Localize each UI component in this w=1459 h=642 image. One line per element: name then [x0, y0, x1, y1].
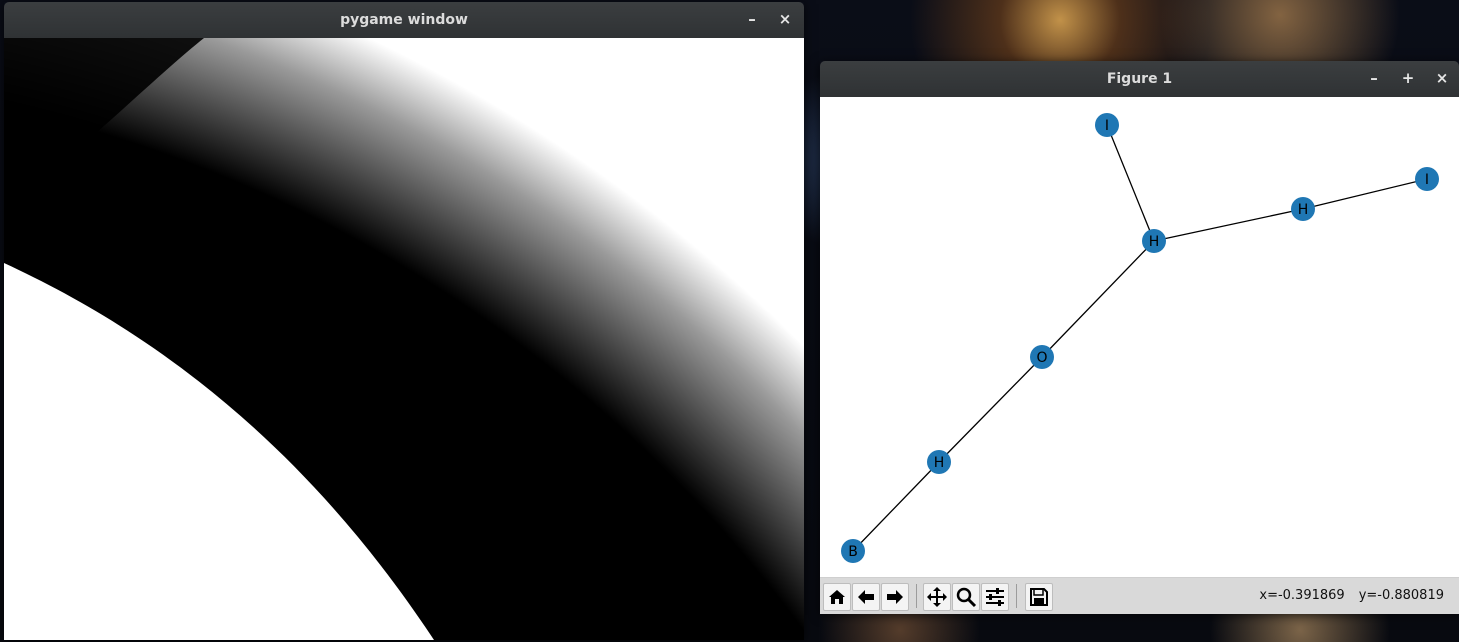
figure-titlebar[interactable]: Figure 1 – + × — [820, 61, 1459, 97]
zoom-button[interactable] — [952, 583, 980, 611]
figure-minimize-button[interactable]: – — [1363, 67, 1385, 89]
configure-subplots-button[interactable] — [981, 583, 1009, 611]
configure-subplots-icon — [986, 588, 1004, 606]
graph-node-label: H — [1149, 234, 1160, 250]
cursor-coordinates: x=-0.391869 y=-0.880819 — [1245, 588, 1444, 603]
home-button[interactable] — [823, 583, 851, 611]
graph-node-label: H — [1298, 202, 1309, 218]
graph-edge — [1041, 240, 1155, 358]
figure-maximize-button[interactable]: + — [1397, 67, 1419, 89]
pygame-titlebar[interactable]: pygame window – × — [4, 2, 804, 38]
figure-canvas[interactable]: I I H H O H B — [820, 97, 1459, 577]
graph-edge — [1302, 178, 1428, 210]
back-button[interactable] — [852, 583, 880, 611]
graph-node-label: I — [1425, 172, 1429, 188]
zoom-icon — [956, 587, 977, 608]
forward-icon — [887, 590, 903, 604]
graph-node-label: O — [1036, 350, 1047, 366]
forward-button[interactable] — [881, 583, 909, 611]
graph-edge — [1106, 124, 1155, 242]
graph-edge — [852, 461, 940, 552]
pygame-canvas[interactable] — [4, 38, 804, 640]
back-icon — [858, 590, 874, 604]
pan-button[interactable] — [923, 583, 951, 611]
graph-node-label: B — [848, 544, 858, 560]
graph-node-label: H — [934, 455, 945, 471]
pygame-window: pygame window – × — [4, 2, 804, 640]
coord-y: y=-0.880819 — [1358, 588, 1444, 603]
figure-window: Figure 1 – + × I I H H O H B x=-0.391869 y=-0.… — [820, 61, 1459, 614]
pygame-minimize-button[interactable]: – — [741, 8, 763, 30]
toolbar-separator — [916, 584, 917, 608]
figure-close-button[interactable]: × — [1431, 67, 1453, 89]
pygame-close-button[interactable]: × — [774, 8, 796, 30]
pygame-window-title: pygame window — [340, 12, 468, 28]
matplotlib-toolbar: x=-0.391869 y=-0.880819 — [820, 577, 1459, 614]
pan-icon — [927, 587, 947, 607]
toolbar-separator — [1016, 584, 1017, 608]
home-icon — [829, 590, 845, 604]
graph-node-label: I — [1105, 118, 1109, 134]
save-icon — [1030, 588, 1048, 606]
graph-edge — [1153, 208, 1304, 242]
network-graph: I I H H O H B — [841, 113, 1439, 563]
pygame-render — [4, 38, 804, 640]
graph-edge — [938, 356, 1043, 463]
coord-x: x=-0.391869 — [1259, 588, 1345, 603]
save-button[interactable] — [1025, 583, 1053, 611]
